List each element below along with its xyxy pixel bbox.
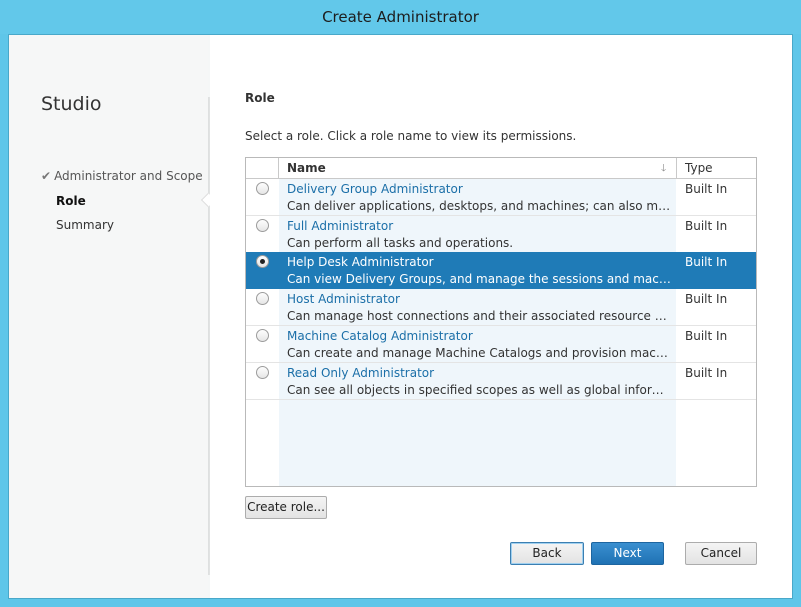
role-description: Can view Delivery Groups, and manage the… xyxy=(287,272,671,286)
radio-button[interactable] xyxy=(256,329,269,342)
roles-grid[interactable]: Name 🡓 Type Delivery Group Administrator… xyxy=(245,157,757,487)
role-description: Can create and manage Machine Catalogs a… xyxy=(287,346,671,360)
radio-button-checked[interactable] xyxy=(256,255,269,268)
step-summary[interactable]: Summary xyxy=(56,218,114,232)
table-row[interactable]: Machine Catalog Administrator Can create… xyxy=(246,326,756,363)
role-name-link[interactable]: Read Only Administrator xyxy=(287,366,434,380)
radio-button[interactable] xyxy=(256,366,269,379)
role-name-link[interactable]: Full Administrator xyxy=(287,219,393,233)
checkmark-icon: ✔ xyxy=(41,169,52,183)
role-type: Built In xyxy=(685,292,728,306)
role-type: Built In xyxy=(685,219,728,233)
step-label: Role xyxy=(56,194,86,208)
instruction-text: Select a role. Click a role name to view… xyxy=(245,129,577,143)
role-description: Can see all objects in specified scopes … xyxy=(287,383,671,397)
column-header-name[interactable]: Name xyxy=(287,161,326,175)
role-description: Can manage host connections and their as… xyxy=(287,309,671,323)
table-row[interactable]: Full Administrator Can perform all tasks… xyxy=(246,216,756,253)
column-header-type[interactable]: Type xyxy=(685,161,713,175)
column-separator[interactable] xyxy=(676,158,677,179)
table-row[interactable]: Read Only Administrator Can see all obje… xyxy=(246,363,756,400)
grid-header: Name 🡓 Type xyxy=(246,158,756,179)
step-administrator-and-scope[interactable]: ✔ Administrator and Scope xyxy=(41,169,203,183)
role-name-link[interactable]: Machine Catalog Administrator xyxy=(287,329,473,343)
create-role-button[interactable]: Create role... xyxy=(245,496,327,519)
role-name-link[interactable]: Delivery Group Administrator xyxy=(287,182,463,196)
next-button[interactable]: Next xyxy=(591,542,664,565)
role-type: Built In xyxy=(685,329,728,343)
role-description: Can deliver applications, desktops, and … xyxy=(287,199,671,213)
back-button[interactable]: Back xyxy=(510,542,584,565)
sidebar-title: Studio xyxy=(41,93,102,115)
role-type: Built In xyxy=(685,255,728,269)
radio-button[interactable] xyxy=(256,292,269,305)
step-label: Summary xyxy=(56,218,114,232)
window-title: Create Administrator xyxy=(322,8,479,26)
radio-button[interactable] xyxy=(256,182,269,195)
step-role[interactable]: Role xyxy=(56,194,86,208)
column-separator xyxy=(278,158,279,179)
table-row[interactable]: Delivery Group Administrator Can deliver… xyxy=(246,179,756,216)
wizard-client-area: Studio ✔ Administrator and Scope Role Sum… xyxy=(8,34,793,599)
radio-button[interactable] xyxy=(256,219,269,232)
role-name-link[interactable]: Help Desk Administrator xyxy=(287,255,434,269)
table-row[interactable]: Host Administrator Can manage host conne… xyxy=(246,289,756,326)
wizard-sidebar: Studio ✔ Administrator and Scope Role Sum… xyxy=(9,35,208,598)
window-title-bar: Create Administrator xyxy=(0,0,801,34)
role-type: Built In xyxy=(685,366,728,380)
cancel-button[interactable]: Cancel xyxy=(685,542,757,565)
role-name-link[interactable]: Host Administrator xyxy=(287,292,400,306)
role-type: Built In xyxy=(685,182,728,196)
sort-down-arrow-icon: 🡓 xyxy=(661,163,667,174)
section-title: Role xyxy=(245,91,275,105)
table-row-selected[interactable]: Help Desk Administrator Can view Deliver… xyxy=(246,252,756,289)
wizard-content: Role Select a role. Click a role name to… xyxy=(210,35,792,598)
role-description: Can perform all tasks and operations. xyxy=(287,236,514,250)
step-label: Administrator and Scope xyxy=(54,169,203,183)
